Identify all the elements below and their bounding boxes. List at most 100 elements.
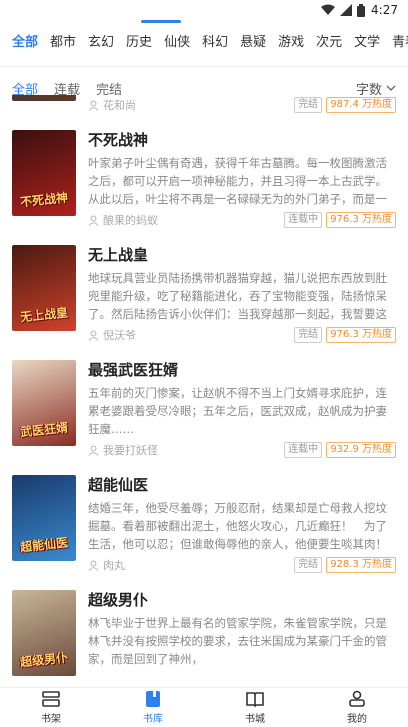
book-info: 超能仙医结婚三年，他受尽羞辱；万般忍耐，结果却是亡母救人挖坟掘墓。看着那被翻出泥…	[88, 475, 396, 590]
book-title[interactable]: 无上战皇	[88, 245, 396, 265]
book-tags: 完结 987.4 万热度	[294, 97, 396, 113]
book-info: 浑然再生，逆天而行！一代丹帝就此出世。那些曾经欺我的，害我的，我要让你们一个个匍…	[88, 95, 396, 130]
book-title[interactable]: 不死战神	[88, 130, 396, 150]
bottom-nav: 书架 书库 书城 我的	[0, 687, 408, 727]
clock: 4:27	[371, 3, 398, 17]
book-item[interactable]: 武医狂婿 最强武医狂婿 五年前的灭门惨案，让赵帆不得不当上门女婿寻求庇护，连累老婆跟…	[0, 360, 408, 475]
book-item[interactable]: 不死战神 不死战神 叶家弟子叶尘偶有奇遇，获得千年古墓腾。每一枚图腾激活之后，都可以…	[0, 130, 408, 245]
tab-indicator	[141, 20, 181, 23]
book-cover[interactable]: 超级男仆	[12, 590, 76, 676]
book-author: 肉丸	[88, 557, 125, 573]
status-badge: 连载中	[284, 212, 323, 228]
tab-category-10[interactable]: 青春	[386, 20, 408, 66]
book-author: 倪沃爷	[88, 327, 136, 343]
book-list-content: 万界帝 浑然再生，逆天而行！一代丹帝就此出世。那些曾经欺我的，害我的，我要让你们一…	[0, 95, 408, 687]
wifi-icon	[321, 4, 336, 15]
book-info: 无上战皇地球玩具营业员陆扬携带机器猫穿越，猫儿说把东西放到肚兜里能升级，吃了秘籍…	[88, 245, 396, 360]
book-description: 地球玩具营业员陆扬携带机器猫穿越，猫儿说把东西放到肚兜里能升级，吃了秘籍能进化，…	[88, 271, 387, 321]
book-item[interactable]: 超级男仆 超级男仆 林飞毕业于世界上最有名的管家学院，朱雀管家学院，只是林飞并没有按…	[0, 590, 408, 687]
book-info: 超级男仆 林飞毕业于世界上最有名的管家学院，朱雀管家学院，只是林飞并没有按照学校的…	[88, 590, 396, 687]
book-cover[interactable]: 无上战皇	[12, 245, 76, 331]
battery-icon	[357, 3, 366, 17]
book-item[interactable]: 万界帝 浑然再生，逆天而行！一代丹帝就此出世。那些曾经欺我的，害我的，我要让你们一…	[0, 95, 408, 130]
nav-profile[interactable]: 我的	[306, 688, 408, 727]
book-item[interactable]: 无上战皇 无上战皇 地球玩具营业员陆扬携带机器猫穿越，猫儿说把东西放到肚兜里能升级，…	[0, 245, 408, 360]
cover-title-art: 无上战皇	[19, 305, 69, 325]
tab-category-1[interactable]: 都市	[44, 20, 82, 66]
book-author: 我要打妖怪	[88, 442, 158, 458]
nav-bookshelf-label: 书架	[41, 714, 61, 725]
book-item[interactable]: 超能仙医 超能仙医 结婚三年，他受尽羞辱；万般忍耐，结果却是亡母救人挖坟掘墓。看着那…	[0, 475, 408, 590]
heat-badge: 928.3 万热度	[326, 557, 396, 573]
category-tabs: 全部都市玄幻历史仙侠科幻悬疑游戏次元文学青春	[0, 20, 408, 66]
tab-category-3[interactable]: 历史	[120, 20, 158, 66]
book-title[interactable]: 超能仙医	[88, 475, 396, 495]
status-badge: 完结	[294, 327, 323, 343]
book-info: 不死战神叶家弟子叶尘偶有奇遇，获得千年古墓腾。每一枚图腾激活之后，都可以开启一项…	[88, 130, 396, 245]
author-name: 倪沃爷	[103, 329, 136, 342]
tab-category-9[interactable]: 文学	[348, 20, 386, 66]
book-tags: 连载中 976.3 万热度	[284, 212, 396, 228]
tab-category-4[interactable]: 仙侠	[158, 20, 196, 66]
book-meta: 花和尚 完结 987.4 万热度	[88, 97, 396, 113]
author-icon	[88, 100, 99, 111]
tab-category-8[interactable]: 次元	[310, 20, 348, 66]
tab-category-2[interactable]: 玄幻	[82, 20, 120, 66]
tab-category-6[interactable]: 悬疑	[234, 20, 272, 66]
status-icons	[321, 3, 366, 17]
book-title[interactable]: 超级男仆	[88, 590, 396, 610]
book-tags: 完结 928.3 万热度	[294, 557, 396, 573]
author-icon	[88, 445, 99, 456]
author-icon	[88, 560, 99, 571]
author-icon	[88, 330, 99, 341]
book-info: 最强武医狂婿五年前的灭门惨案，让赵帆不得不当上门女婿寻求庇护，连累老婆跟着受尽冷…	[88, 360, 396, 475]
status-bar: 4:27	[0, 0, 408, 20]
author-name: 酿果的蚂蚁	[103, 214, 158, 227]
profile-icon	[349, 690, 365, 707]
book-description: 结婚三年，他受尽羞辱；万般忍耐，结果却是亡母救人挖坟掘墓。看着那被翻出泥土，他怒…	[88, 501, 396, 551]
author-name: 花和尚	[103, 99, 136, 112]
chevron-down-icon	[386, 85, 396, 91]
library-icon	[146, 691, 160, 707]
heat-badge: 932.9 万热度	[326, 442, 396, 458]
heat-badge: 987.4 万热度	[326, 97, 396, 113]
book-list: 万界帝 浑然再生，逆天而行！一代丹帝就此出世。那些曾经欺我的，害我的，我要让你们一…	[0, 95, 408, 687]
cover-title-art: 武医狂婿	[19, 420, 69, 440]
cover-title-art: 万界帝	[14, 95, 73, 96]
book-meta: 倪沃爷 完结 976.3 万热度	[88, 327, 396, 343]
nav-library[interactable]: 书库	[102, 688, 204, 727]
status-badge: 完结	[294, 557, 323, 573]
book-cover[interactable]: 超能仙医	[12, 475, 76, 561]
book-description: 叶家弟子叶尘偶有奇遇，获得千年古墓腾。每一枚图腾激活之后，都可以开启一项神秘能力…	[88, 156, 387, 206]
heat-badge: 976.3 万热度	[326, 212, 396, 228]
book-meta: 我要打妖怪 连载中 932.9 万热度	[88, 442, 396, 458]
signal-icon	[340, 4, 353, 16]
book-description: 五年前的灭门惨案，让赵帆不得不当上门女婿寻求庇护，连累老婆跟着受尽冷眼；五年之后…	[88, 386, 387, 436]
tab-category-7[interactable]: 游戏	[272, 20, 310, 66]
book-meta: 肉丸 完结 928.3 万热度	[88, 557, 396, 573]
book-meta: 酿果的蚂蚁 连载中 976.3 万热度	[88, 212, 396, 228]
heat-badge: 976.3 万热度	[326, 327, 396, 343]
open-book-icon	[246, 692, 264, 708]
nav-library-label: 书库	[143, 714, 163, 725]
bookshelf-icon	[42, 691, 60, 707]
author-icon	[88, 215, 99, 226]
tab-category-5[interactable]: 科幻	[196, 20, 234, 66]
book-tags: 连载中 932.9 万热度	[284, 442, 396, 458]
book-cover[interactable]: 万界帝	[12, 95, 76, 101]
author-name: 我要打妖怪	[103, 444, 158, 457]
nav-profile-label: 我的	[347, 714, 367, 725]
nav-bookstore[interactable]: 书城	[204, 688, 306, 727]
book-cover[interactable]: 不死战神	[12, 130, 76, 216]
book-cover[interactable]: 武医狂婿	[12, 360, 76, 446]
cover-title-art: 不死战神	[19, 190, 69, 210]
book-title[interactable]: 最强武医狂婿	[88, 360, 396, 380]
status-badge: 连载中	[284, 442, 323, 458]
cover-title-art: 超能仙医	[19, 535, 69, 555]
book-author: 酿果的蚂蚁	[88, 212, 158, 228]
status-badge: 完结	[294, 97, 323, 113]
nav-bookshelf[interactable]: 书架	[0, 688, 102, 727]
book-tags: 完结 976.3 万热度	[294, 327, 396, 343]
author-name: 肉丸	[103, 559, 125, 572]
tab-category-0[interactable]: 全部	[6, 20, 44, 66]
